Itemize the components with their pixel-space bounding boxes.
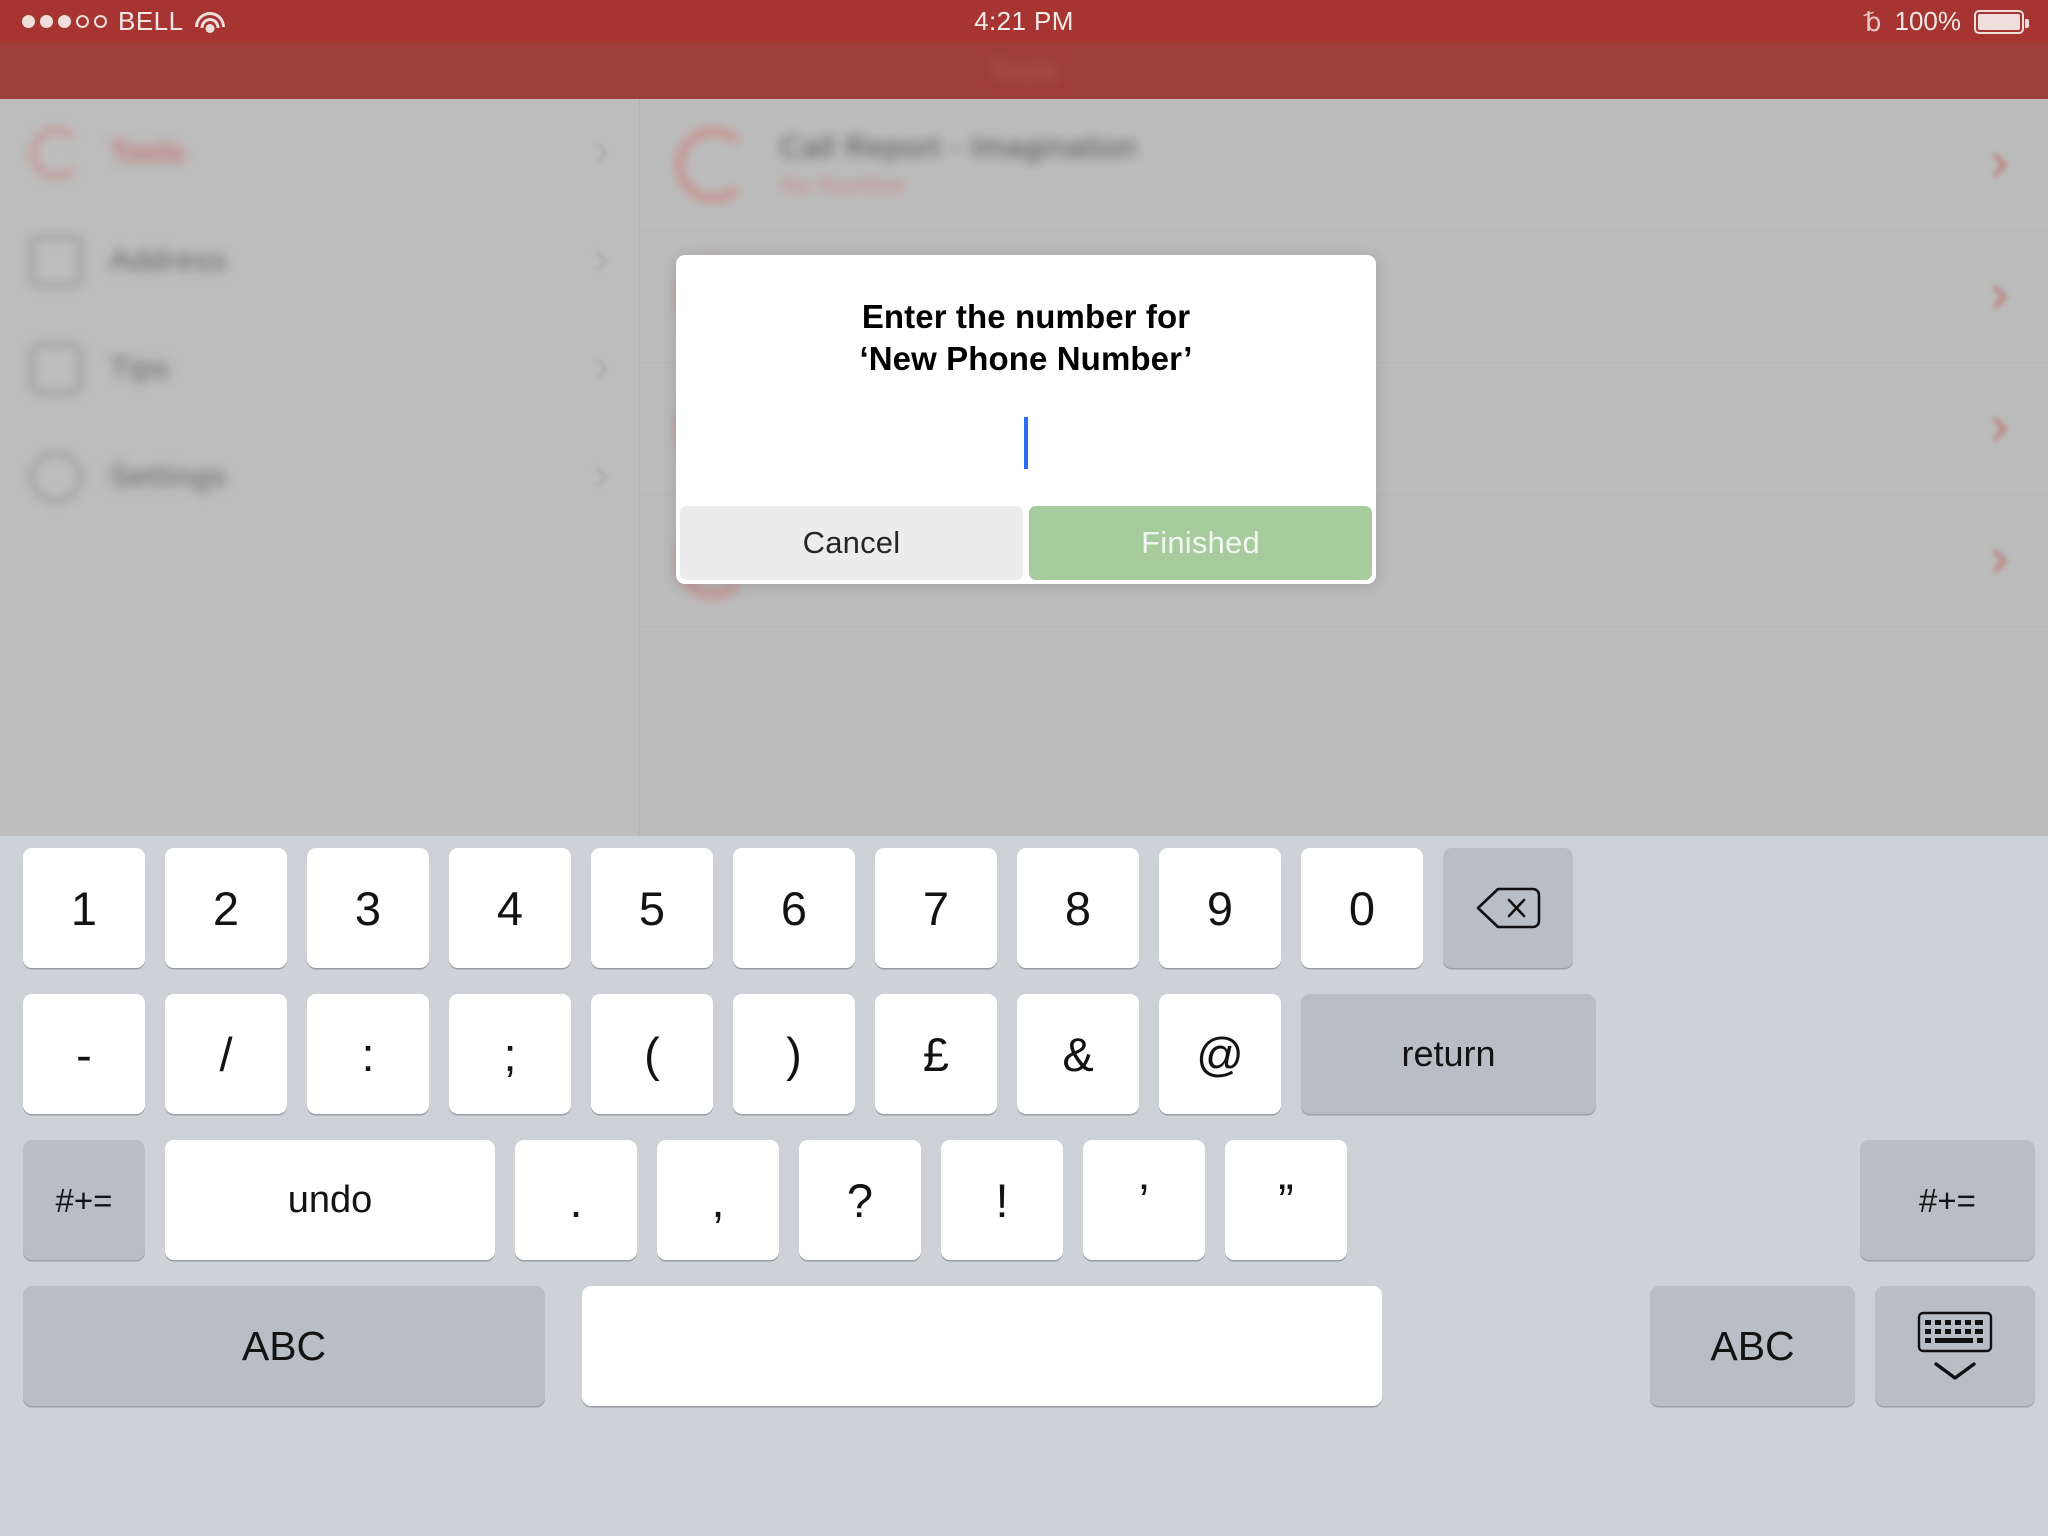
keyboard-row-bottom: ABC ABC [0, 1286, 2048, 1436]
key-comma[interactable]: , [657, 1140, 779, 1260]
key-quotation-mark[interactable]: ” [1225, 1140, 1347, 1260]
on-screen-keyboard: 1 2 3 4 5 6 7 8 9 0 - / : ; ( ) £ & @ re… [0, 836, 2048, 1536]
key-semicolon[interactable]: ; [449, 994, 571, 1114]
key-4[interactable]: 4 [449, 848, 571, 968]
key-hyphen[interactable]: - [23, 994, 145, 1114]
bluetooth-icon: ␢ [1864, 6, 1882, 37]
backspace-key[interactable] [1443, 848, 1573, 968]
clock: 4:21 PM [974, 6, 1074, 36]
hide-keyboard-icon [1917, 1310, 1993, 1382]
cancel-button[interactable]: Cancel [680, 506, 1023, 581]
alert-title: Enter the number for ‘New Phone Number’ [859, 298, 1193, 378]
key-2[interactable]: 2 [165, 848, 287, 968]
key-question-mark[interactable]: ? [799, 1140, 921, 1260]
key-9[interactable]: 9 [1159, 848, 1281, 968]
battery-full-icon [1974, 9, 2029, 34]
status-bar: BELL 4:21 PM ␢ 100% [0, 0, 2048, 43]
key-5[interactable]: 5 [591, 848, 713, 968]
status-bar-center: 4:21 PM [0, 0, 2048, 43]
key-apostrophe[interactable]: ’ [1083, 1140, 1205, 1260]
keyboard-row-numbers: 1 2 3 4 5 6 7 8 9 0 [0, 848, 2048, 994]
key-8[interactable]: 8 [1017, 848, 1139, 968]
symbols-toggle-left-key[interactable]: #+= [23, 1140, 145, 1260]
alert-actions: Cancel Finished [676, 506, 1376, 584]
alert-dialog: Enter the number for ‘New Phone Number’ … [676, 255, 1376, 585]
key-ampersand[interactable]: & [1017, 994, 1139, 1114]
key-left-paren[interactable]: ( [591, 994, 713, 1114]
abc-right-key[interactable]: ABC [1650, 1286, 1855, 1406]
status-bar-right: ␢ 100% [1864, 0, 2029, 43]
ipad-screen: Tools Tools Address Tips Settings Call R… [0, 0, 2048, 1536]
key-1[interactable]: 1 [23, 848, 145, 968]
key-colon[interactable]: : [307, 994, 429, 1114]
battery-percent-label: 100% [1894, 6, 1962, 36]
key-slash[interactable]: / [165, 994, 287, 1114]
space-key[interactable] [582, 1286, 1382, 1406]
backspace-icon [1476, 887, 1541, 929]
finished-button[interactable]: Finished [1029, 506, 1372, 581]
undo-key[interactable]: undo [165, 1140, 495, 1260]
symbols-toggle-right-key[interactable]: #+= [1860, 1140, 2035, 1260]
key-pound-sign[interactable]: £ [875, 994, 997, 1114]
key-7[interactable]: 7 [875, 848, 997, 968]
key-exclamation-mark[interactable]: ! [941, 1140, 1063, 1260]
key-3[interactable]: 3 [307, 848, 429, 968]
key-right-paren[interactable]: ) [733, 994, 855, 1114]
return-key[interactable]: return [1301, 994, 1596, 1114]
hide-keyboard-key[interactable] [1875, 1286, 2035, 1406]
key-6[interactable]: 6 [733, 848, 855, 968]
key-0[interactable]: 0 [1301, 848, 1423, 968]
keyboard-row-symbols-2: #+= undo . , ? ! ’ ” #+= [0, 1140, 2048, 1286]
phone-number-input[interactable] [710, 380, 1342, 506]
key-at-sign[interactable]: @ [1159, 994, 1281, 1114]
keyboard-row-symbols-1: - / : ; ( ) £ & @ return [0, 994, 2048, 1140]
key-period[interactable]: . [515, 1140, 637, 1260]
alert-body: Enter the number for ‘New Phone Number’ [676, 255, 1376, 506]
abc-left-key[interactable]: ABC [23, 1286, 545, 1406]
text-caret [1024, 417, 1028, 470]
